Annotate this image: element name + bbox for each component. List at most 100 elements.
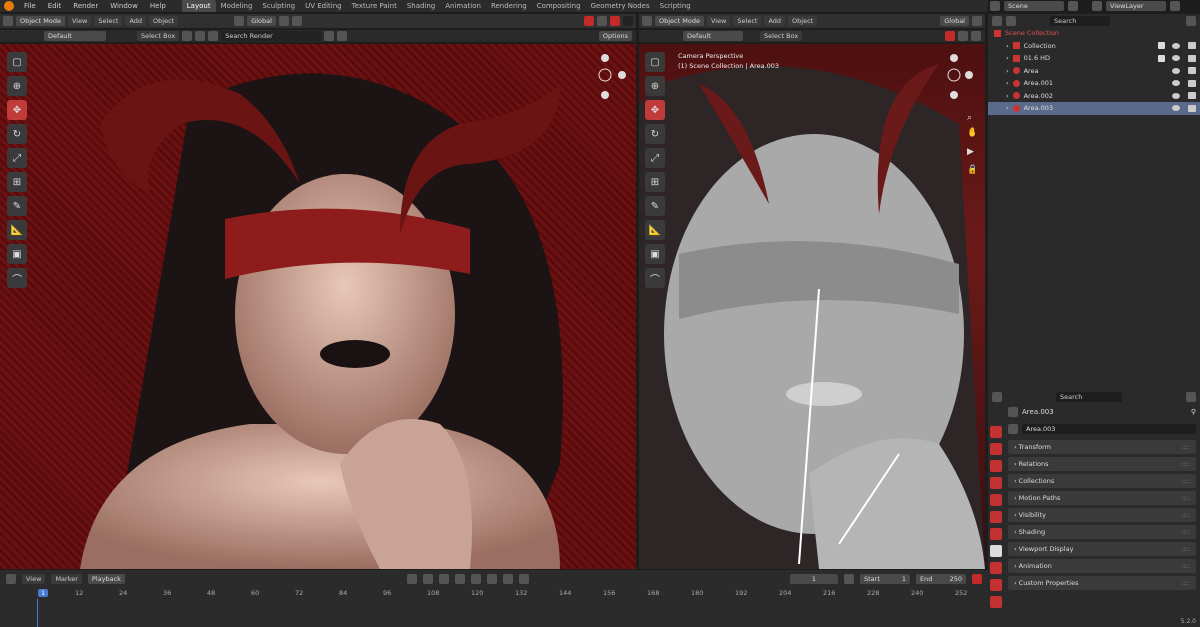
output-tab-icon[interactable] bbox=[990, 460, 1002, 472]
right-navigation-gizmo[interactable]: ⌕ ✋ ▶ 🔒 bbox=[945, 50, 978, 180]
outliner-row-selected[interactable]: › Area.003 bbox=[988, 102, 1200, 115]
editor-type-icon[interactable] bbox=[3, 16, 13, 26]
panel-animation[interactable]: › Animation:::: bbox=[1008, 559, 1196, 573]
tab-animation[interactable]: Animation bbox=[440, 0, 486, 12]
overlay-icon[interactable] bbox=[584, 16, 594, 26]
options-button[interactable]: Options bbox=[598, 31, 632, 41]
tab-layout[interactable]: Layout bbox=[181, 0, 216, 12]
overlay-icon[interactable] bbox=[945, 31, 955, 41]
annotate-tool-icon[interactable]: ✎ bbox=[645, 196, 665, 216]
visibility-eye-icon[interactable] bbox=[1172, 55, 1180, 62]
outliner-editor-icon[interactable] bbox=[992, 15, 1002, 26]
constraints-tab-icon[interactable] bbox=[990, 579, 1002, 591]
transform-orientation[interactable]: Global bbox=[247, 16, 276, 26]
select-box-tool-icon[interactable]: ▢ bbox=[645, 52, 665, 72]
solid-shading-icon[interactable] bbox=[971, 31, 981, 41]
expand-chevron-icon[interactable]: › bbox=[1006, 79, 1009, 87]
outliner-row[interactable]: › Collection bbox=[988, 40, 1200, 53]
outliner-row[interactable]: › Area.001 bbox=[988, 77, 1200, 90]
xray-icon[interactable] bbox=[597, 16, 607, 26]
render-tab-icon[interactable] bbox=[990, 443, 1002, 455]
viewlayer-icon[interactable] bbox=[1092, 1, 1102, 11]
panel-collections[interactable]: › Collections:::: bbox=[1008, 474, 1196, 488]
snap-icon[interactable] bbox=[278, 16, 289, 26]
xray-icon[interactable] bbox=[958, 31, 968, 41]
rendered-viewport[interactable] bbox=[0, 44, 636, 569]
expand-chevron-icon[interactable]: › bbox=[1006, 67, 1009, 75]
transform-tool-icon[interactable]: ⊞ bbox=[7, 172, 27, 192]
end-frame-field[interactable]: End 250 bbox=[916, 573, 966, 584]
timeline-menu-view[interactable]: View bbox=[22, 573, 46, 584]
measure-tool-icon[interactable]: 📐 bbox=[7, 220, 27, 240]
shading-icon[interactable] bbox=[195, 31, 206, 41]
left-navigation-gizmo[interactable] bbox=[598, 50, 630, 105]
menu-file[interactable]: File bbox=[18, 0, 42, 12]
scene-select[interactable]: Scene bbox=[1004, 1, 1064, 11]
menu-add[interactable]: Add bbox=[764, 16, 786, 26]
move-tool-icon[interactable]: ✥ bbox=[7, 100, 27, 120]
menu-object[interactable]: Object bbox=[788, 16, 818, 26]
curve-tool-icon[interactable]: ⌒ bbox=[7, 268, 27, 288]
menu-window[interactable]: Window bbox=[104, 0, 144, 12]
render-camera-icon[interactable] bbox=[1188, 92, 1196, 100]
scene-icon[interactable] bbox=[990, 1, 1000, 11]
jump-key-back-icon[interactable] bbox=[438, 573, 449, 584]
tab-uv-editing[interactable]: UV Editing bbox=[300, 0, 347, 12]
panel-motion-paths[interactable]: › Motion Paths:::: bbox=[1008, 491, 1196, 505]
transform-tool-icon[interactable]: ⊞ bbox=[645, 172, 665, 192]
menu-select[interactable]: Select bbox=[733, 16, 762, 26]
tab-compositing[interactable]: Compositing bbox=[532, 0, 586, 12]
menu-edit[interactable]: Edit bbox=[42, 0, 68, 12]
panel-transform[interactable]: › Transform:::: bbox=[1008, 440, 1196, 454]
annotate-tool-icon[interactable]: ✎ bbox=[7, 196, 27, 216]
visibility-eye-icon[interactable] bbox=[1172, 80, 1180, 87]
properties-editor-icon[interactable] bbox=[992, 392, 1002, 402]
tool-tab-icon[interactable] bbox=[990, 426, 1002, 438]
render-camera-icon[interactable] bbox=[1188, 104, 1196, 112]
render-camera-icon[interactable] bbox=[1188, 67, 1196, 75]
expand-chevron-icon[interactable]: › bbox=[1006, 54, 1009, 62]
tab-geometry-nodes[interactable]: Geometry Nodes bbox=[586, 0, 655, 12]
menu-view[interactable]: View bbox=[67, 16, 92, 26]
exclude-checkbox[interactable] bbox=[1158, 42, 1165, 50]
keying-icon[interactable] bbox=[518, 573, 529, 584]
rotate-tool-icon[interactable]: ↻ bbox=[7, 124, 27, 144]
solid-viewport[interactable] bbox=[639, 44, 985, 569]
timeline-editor-icon[interactable] bbox=[6, 573, 16, 584]
orientation-select[interactable]: Default bbox=[44, 31, 106, 41]
menu-select[interactable]: Select bbox=[94, 16, 123, 26]
add-cube-tool-icon[interactable]: ▣ bbox=[645, 244, 665, 264]
object-tab-icon[interactable] bbox=[990, 545, 1002, 557]
world-tab-icon[interactable] bbox=[990, 511, 1002, 523]
collection-tab-icon[interactable] bbox=[990, 528, 1002, 540]
scale-tool-icon[interactable]: ⤢ bbox=[645, 148, 665, 168]
proportional-icon[interactable] bbox=[291, 16, 302, 26]
data-tab-icon[interactable] bbox=[990, 596, 1002, 608]
outliner-row[interactable]: › Area bbox=[988, 65, 1200, 78]
render-camera-icon[interactable] bbox=[1188, 54, 1196, 62]
render-camera-icon[interactable] bbox=[1188, 42, 1196, 50]
panel-viewport-display[interactable]: › Viewport Display:::: bbox=[1008, 542, 1196, 556]
properties-search-input[interactable]: Search bbox=[1056, 392, 1122, 402]
menu-view[interactable]: View bbox=[706, 16, 731, 26]
scale-tool-icon[interactable]: ⤢ bbox=[7, 148, 27, 168]
panel-custom-properties[interactable]: › Custom Properties:::: bbox=[1008, 576, 1196, 590]
transform-pivot-icon[interactable] bbox=[234, 16, 245, 26]
drag-select[interactable]: Select Box bbox=[760, 31, 803, 41]
add-cube-tool-icon[interactable]: ▣ bbox=[7, 244, 27, 264]
cursor-tool-icon[interactable]: ⊕ bbox=[7, 76, 27, 96]
expand-chevron-icon[interactable]: › bbox=[1006, 104, 1009, 112]
menu-add[interactable]: Add bbox=[125, 16, 147, 26]
expand-chevron-icon[interactable]: › bbox=[1006, 92, 1009, 100]
tab-scripting[interactable]: Scripting bbox=[655, 0, 696, 12]
visibility-eye-icon[interactable] bbox=[1172, 67, 1180, 74]
object-name-field[interactable]: Area.003 bbox=[1022, 424, 1196, 434]
visibility-eye-icon[interactable] bbox=[1172, 42, 1180, 49]
filter-icon[interactable] bbox=[1186, 15, 1196, 26]
physics-tab-icon[interactable] bbox=[990, 562, 1002, 574]
tab-texture-paint[interactable]: Texture Paint bbox=[347, 0, 402, 12]
view-icon[interactable] bbox=[182, 31, 193, 41]
menu-render[interactable]: Render bbox=[67, 0, 104, 12]
transform-orientation[interactable]: Global bbox=[940, 16, 969, 26]
tab-shading[interactable]: Shading bbox=[402, 0, 440, 12]
